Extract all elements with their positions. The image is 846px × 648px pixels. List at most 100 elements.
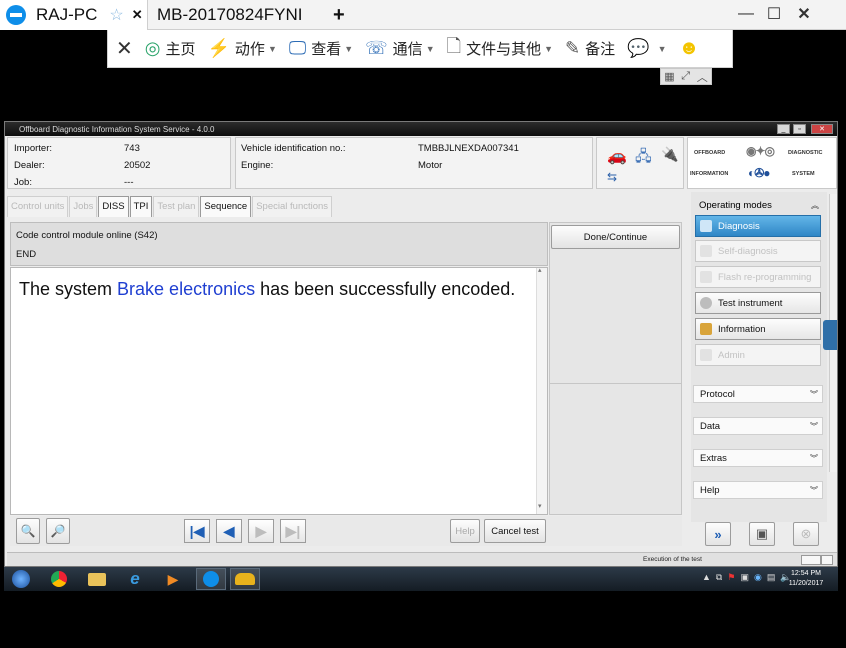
operating-modes-header[interactable]: Operating modes ︽ <box>693 194 823 216</box>
window-restore-button[interactable]: ▫ <box>793 124 806 134</box>
zoom-in-icon[interactable]: 🔎 <box>46 518 70 544</box>
brand-badges-icon: ◉✦◎ <box>746 144 775 158</box>
lightning-icon: ⚡ <box>207 38 230 58</box>
side-tab-handle[interactable] <box>823 320 837 350</box>
done-continue-button[interactable]: Done/Continue <box>551 225 680 249</box>
mode-admin[interactable]: Admin <box>695 344 821 366</box>
tab-test-plan[interactable]: Test plan <box>153 196 200 217</box>
car-icon[interactable]: 🚗 <box>607 146 627 166</box>
stop-test-icon[interactable]: ▣ <box>749 522 775 546</box>
tab-mb-20170824fyni[interactable]: MB-20170824FYNI <box>149 0 325 30</box>
taskbar-explorer[interactable] <box>82 568 112 590</box>
grid-icon[interactable]: ▦ <box>664 70 674 83</box>
window-minimize-button[interactable]: _ <box>777 124 790 134</box>
collapse-arrows-icon: ︽ <box>811 200 819 210</box>
fullscreen-icon[interactable]: ⤢ <box>681 70 690 83</box>
zoom-out-icon[interactable]: 🔍 <box>16 518 40 544</box>
tab-tpi[interactable]: TPI <box>129 196 153 217</box>
start-button[interactable] <box>6 568 36 590</box>
forward-icon[interactable]: » <box>705 522 731 546</box>
chat-menu[interactable]: 💬 ▼ <box>627 38 666 59</box>
dropdown-arrow-icon: ▼ <box>267 43 277 54</box>
panel-divider <box>550 383 681 384</box>
mode-label: Self-diagnosis <box>718 245 778 257</box>
odis-car-icon <box>235 573 255 585</box>
tab-control-units[interactable]: Control units <box>7 196 69 217</box>
taskbar-chrome[interactable] <box>44 568 74 590</box>
mode-self-diagnosis[interactable]: Self-diagnosis <box>695 240 821 262</box>
mode-label: Information <box>718 323 766 335</box>
tab-special-functions[interactable]: Special functions <box>252 196 333 217</box>
network-icon[interactable]: 🖧 <box>635 146 652 171</box>
window-title: Offboard Diagnostic Information System S… <box>19 124 215 134</box>
taskbar-odis[interactable] <box>230 568 260 590</box>
notes-button[interactable]: ✎ 备注 <box>565 38 615 59</box>
section-help[interactable]: Help ︾ <box>693 481 823 499</box>
mode-flash-reprogramming[interactable]: Flash re-programming <box>695 266 821 288</box>
section-extras[interactable]: Extras ︾ <box>693 449 823 467</box>
minimize-icon[interactable]: — <box>732 0 760 28</box>
communicate-menu[interactable]: ☏ 通信 ▼ <box>365 38 434 59</box>
scroll-up-icon[interactable]: ▴ <box>538 266 542 274</box>
last-step-icon[interactable]: ▶| <box>280 519 306 543</box>
dealer-label: Dealer: <box>14 160 45 171</box>
previous-step-icon[interactable]: ◀ <box>216 519 242 543</box>
tab-diss[interactable]: DISS <box>98 196 129 217</box>
next-step-icon[interactable]: ▶ <box>248 519 274 543</box>
exit-icon[interactable]: ⊗ <box>793 522 819 546</box>
logo-system: SYSTEM <box>792 171 815 177</box>
expand-arrows-icon: ︾ <box>810 389 818 399</box>
maximize-icon[interactable]: ☐ <box>760 0 788 28</box>
actions-menu[interactable]: ⚡ 动作 ▼ <box>208 38 277 59</box>
tray-teamviewer-icon[interactable]: ◉ <box>754 572 762 583</box>
section-protocol[interactable]: Protocol ︾ <box>693 385 823 403</box>
close-tab-icon[interactable]: ✕ <box>132 7 143 23</box>
taskbar-clock[interactable]: 12:54 PM 11/20/2017 <box>786 569 826 589</box>
dropdown-arrow-icon: ▼ <box>425 43 435 54</box>
teamviewer-logo-icon <box>6 5 26 25</box>
tray-flag-icon[interactable]: ⚑ <box>727 572 735 583</box>
tray-monitor-icon[interactable]: ▤ <box>767 572 776 583</box>
tray-app-icon[interactable]: ▣ <box>740 572 749 583</box>
help-button[interactable]: Help <box>450 519 480 543</box>
tray-expand-icon[interactable]: ▲ <box>702 572 711 583</box>
operating-modes-title: Operating modes <box>699 199 772 211</box>
section-label: Data <box>700 420 721 432</box>
home-button[interactable]: ◎ 主页 <box>145 38 196 59</box>
files-menu[interactable]: 🗋 文件与其他 ▼ <box>447 34 553 64</box>
cancel-test-button[interactable]: Cancel test <box>484 519 546 543</box>
favorite-star-icon[interactable]: ☆ <box>109 5 123 25</box>
add-tab-button[interactable]: + <box>333 0 345 30</box>
message-scrollbar[interactable]: ▴ ▾ <box>536 266 547 514</box>
mode-label: Flash re-programming <box>718 271 812 283</box>
smiley-icon: ☻ <box>678 37 700 59</box>
view-menu[interactable]: 🖵 查看 ▼ <box>289 38 353 59</box>
taskbar-teamviewer[interactable] <box>196 568 226 590</box>
tab-raj-pc[interactable]: RAJ-PC ☆ ✕ <box>0 0 148 30</box>
section-data[interactable]: Data ︾ <box>693 417 823 435</box>
usb-icon[interactable]: ⇆ <box>607 170 617 184</box>
mode-information[interactable]: Information <box>695 318 821 340</box>
first-step-icon[interactable]: |◀ <box>184 519 210 543</box>
taskbar-media-player[interactable]: ▶ <box>158 568 188 590</box>
file-transfer-icon: 🗋 <box>446 35 462 56</box>
tab-sequence[interactable]: Sequence <box>200 196 252 217</box>
diagnostic-cable-icon[interactable]: 🔌 <box>661 146 678 163</box>
close-window-icon[interactable]: ✕ <box>790 0 818 28</box>
taskbar-ie[interactable]: e <box>120 568 150 590</box>
mode-test-instrument[interactable]: Test instrument <box>695 292 821 314</box>
window-close-button[interactable]: ✕ <box>811 124 833 134</box>
tab-label: MB-20170824FYNI <box>157 5 303 24</box>
tray-network-icon[interactable]: ⧉ <box>716 572 722 583</box>
odis-window: Offboard Diagnostic Information System S… <box>4 121 838 567</box>
expand-arrows-icon: ︾ <box>810 485 818 495</box>
scroll-down-icon[interactable]: ▾ <box>538 502 542 510</box>
collapse-icon[interactable]: ︿ <box>697 69 708 85</box>
feedback-button[interactable]: ☻ <box>678 37 704 60</box>
chrome-icon <box>51 571 67 587</box>
home-label: 主页 <box>165 41 196 58</box>
tab-jobs[interactable]: Jobs <box>69 196 98 217</box>
windows-logo-icon <box>12 570 30 588</box>
mode-diagnosis[interactable]: Diagnosis <box>695 215 821 237</box>
close-session-icon[interactable]: ✕ <box>116 36 133 61</box>
